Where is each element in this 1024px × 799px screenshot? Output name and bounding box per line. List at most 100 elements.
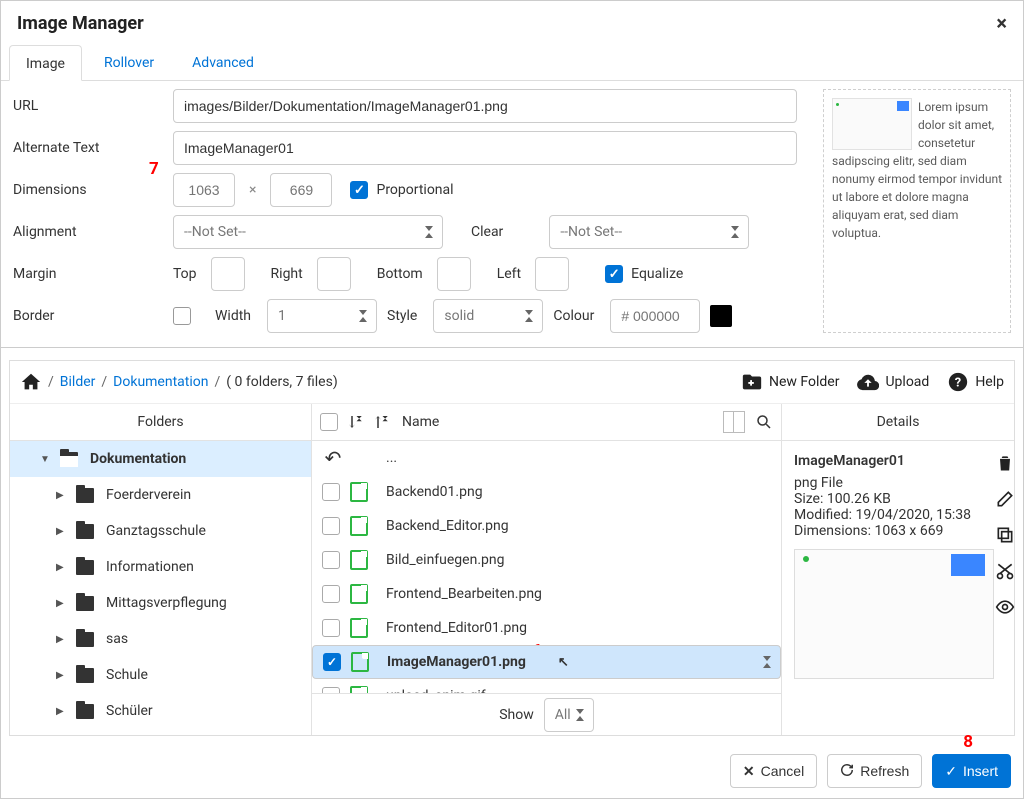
dimensions-width-field[interactable] bbox=[173, 173, 235, 207]
back-row[interactable]: ↶ ... bbox=[312, 441, 781, 475]
file-name: Backend01.png bbox=[386, 484, 483, 500]
insert-button[interactable]: ✓ Insert bbox=[932, 754, 1011, 788]
file-row[interactable]: Backend_Editor.png bbox=[312, 509, 781, 543]
border-color-swatch[interactable] bbox=[710, 305, 732, 327]
clear-select[interactable]: --Not Set-- bbox=[549, 215, 749, 249]
file-checkbox[interactable] bbox=[322, 483, 340, 501]
tree-item-label: Mittagsverpflegung bbox=[106, 595, 227, 611]
cancel-button[interactable]: ✕ Cancel bbox=[730, 754, 817, 788]
equalize-checkbox[interactable] bbox=[605, 265, 623, 283]
rename-icon[interactable] bbox=[995, 489, 1015, 509]
caret-right-icon[interactable]: ▶ bbox=[56, 634, 64, 645]
file-row[interactable]: Bild_einfuegen.png bbox=[312, 543, 781, 577]
copy-icon[interactable] bbox=[995, 525, 1015, 545]
url-field[interactable] bbox=[173, 89, 797, 123]
border-style-select[interactable]: solid bbox=[433, 299, 543, 333]
file-row[interactable]: Frontend_Editor01.png bbox=[312, 611, 781, 645]
upload-button[interactable]: Upload bbox=[857, 371, 929, 393]
home-icon[interactable] bbox=[20, 371, 42, 393]
tree-item[interactable]: ▶Schülerparlament bbox=[10, 729, 311, 735]
sort-az-icon[interactable] bbox=[346, 413, 364, 431]
border-enable-checkbox[interactable] bbox=[173, 307, 191, 325]
properties-block: 7 URL Alternate Text Dimensions × Propor bbox=[1, 81, 1023, 348]
breadcrumb-bilder[interactable]: Bilder bbox=[60, 374, 96, 390]
border-color-field[interactable] bbox=[610, 299, 700, 333]
image-file-icon bbox=[351, 652, 369, 672]
details-modified: Modified: 19/04/2020, 15:38 bbox=[794, 507, 1002, 523]
tree-item[interactable]: ▶ Mittagsverpflegung bbox=[10, 585, 311, 621]
tree-item-label: sas bbox=[106, 631, 128, 647]
tab-image[interactable]: Image bbox=[9, 45, 82, 81]
alignment-select[interactable]: --Not Set-- bbox=[173, 215, 443, 249]
view-toggle[interactable] bbox=[723, 411, 745, 433]
refresh-button[interactable]: Refresh bbox=[827, 754, 922, 788]
caret-right-icon[interactable]: ▶ bbox=[56, 490, 64, 501]
sort-za-icon[interactable] bbox=[372, 413, 390, 431]
name-column-header[interactable]: Name bbox=[402, 414, 439, 430]
tree-item[interactable]: ▶Foerderverein bbox=[10, 477, 311, 513]
tree-item[interactable]: ▶ Informationen bbox=[10, 549, 311, 585]
margin-top-field[interactable] bbox=[211, 257, 245, 291]
dimensions-height-field[interactable] bbox=[270, 173, 332, 207]
new-folder-button[interactable]: New Folder bbox=[741, 371, 839, 393]
file-checkbox[interactable] bbox=[322, 517, 340, 535]
label-border-color: Colour bbox=[553, 308, 594, 324]
caret-right-icon[interactable]: ▶ bbox=[56, 706, 64, 717]
details-filesize: Size: 100.26 KB bbox=[794, 491, 1002, 507]
search-icon[interactable] bbox=[755, 413, 773, 431]
caret-right-icon[interactable]: ▶ bbox=[56, 526, 64, 537]
border-width-select[interactable]: 1 bbox=[267, 299, 377, 333]
proportional-label: Proportional bbox=[376, 182, 453, 198]
cut-icon[interactable] bbox=[995, 561, 1015, 581]
caret-right-icon[interactable]: ▶ bbox=[56, 670, 64, 681]
file-name: ImageManager01.png bbox=[387, 654, 526, 670]
close-button[interactable]: × bbox=[996, 11, 1007, 35]
caret-right-icon[interactable]: ▶ bbox=[56, 598, 64, 609]
tree-item[interactable]: ▶Schule bbox=[10, 657, 311, 693]
folder-icon bbox=[76, 704, 94, 719]
breadcrumb-dokumentation[interactable]: Dokumentation bbox=[113, 374, 208, 390]
tab-advanced[interactable]: Advanced bbox=[176, 45, 270, 80]
file-checkbox[interactable] bbox=[322, 585, 340, 603]
clear-value: --Not Set-- bbox=[560, 224, 622, 240]
margin-bottom-field[interactable] bbox=[437, 257, 471, 291]
tree-item-label: Informationen bbox=[106, 559, 194, 575]
tree-item-label: Dokumentation bbox=[90, 451, 186, 467]
preview-thumbnail bbox=[832, 98, 912, 150]
margin-left-field[interactable] bbox=[535, 257, 569, 291]
tree-item[interactable]: ▼ Dokumentation bbox=[10, 441, 311, 477]
tree-item[interactable]: ▶ Ganztagsschule bbox=[10, 513, 311, 549]
file-row[interactable]: Frontend_Bearbeiten.png bbox=[312, 577, 781, 611]
view-icon[interactable] bbox=[995, 597, 1015, 617]
tree-item-label: Ganztagsschule bbox=[106, 523, 206, 539]
border-style-value: solid bbox=[444, 308, 474, 324]
margin-right-field[interactable] bbox=[317, 257, 351, 291]
preview-panel: Lorem ipsum dolor sit amet, consetetur s… bbox=[823, 89, 1011, 333]
tab-rollover[interactable]: Rollover bbox=[88, 45, 170, 80]
delete-icon[interactable] bbox=[995, 453, 1015, 473]
tree-item-label: Schüler bbox=[106, 703, 153, 719]
proportional-checkbox[interactable] bbox=[350, 181, 368, 199]
help-button[interactable]: ? Help bbox=[947, 371, 1004, 393]
file-checkbox[interactable] bbox=[322, 619, 340, 637]
file-checkbox[interactable] bbox=[322, 551, 340, 569]
file-row[interactable]: Backend01.png bbox=[312, 475, 781, 509]
file-browser: / Bilder / Dokumentation / ( 0 folders, … bbox=[9, 360, 1015, 736]
select-all-checkbox[interactable] bbox=[320, 413, 338, 431]
file-checkbox[interactable] bbox=[323, 653, 341, 671]
border-width-value: 1 bbox=[278, 308, 286, 324]
caret-down-icon[interactable]: ▼ bbox=[40, 454, 48, 465]
label-border-width: Width bbox=[215, 308, 251, 324]
modal-title: Image Manager bbox=[17, 13, 144, 34]
caret-right-icon[interactable]: ▶ bbox=[56, 562, 64, 573]
file-name: Frontend_Editor01.png bbox=[386, 620, 527, 636]
tree-item[interactable]: ▶ Schüler bbox=[10, 693, 311, 729]
file-row[interactable]: upload_anim.gif bbox=[312, 679, 781, 693]
show-filter-select[interactable]: All bbox=[544, 698, 594, 732]
file-row[interactable]: ImageManager01.png ↖ bbox=[312, 645, 781, 679]
folder-icon bbox=[76, 488, 94, 503]
label-margin-left: Left bbox=[497, 266, 521, 282]
alt-text-field[interactable] bbox=[173, 131, 797, 165]
tree-item[interactable]: ▶ sas bbox=[10, 621, 311, 657]
alignment-value: --Not Set-- bbox=[184, 224, 246, 240]
